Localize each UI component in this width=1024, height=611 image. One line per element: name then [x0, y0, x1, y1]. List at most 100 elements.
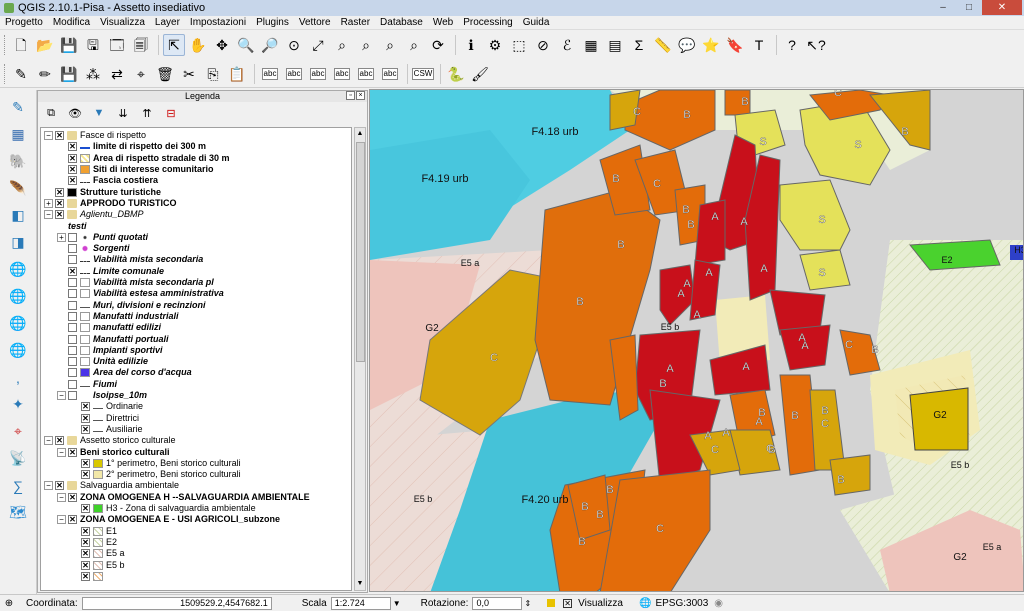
- scale-dropdown-icon[interactable]: ▼: [393, 599, 401, 608]
- layer-tree-row[interactable]: ✕ E5 a: [41, 548, 351, 559]
- remove-layer-icon[interactable]: ⊟: [162, 104, 180, 122]
- layer-visibility-checkbox[interactable]: ✕: [68, 447, 77, 457]
- layer-visibility-checkbox[interactable]: [68, 368, 77, 378]
- manage-visibility-icon[interactable]: 👁: [66, 104, 84, 122]
- label-pin-icon[interactable]: abc: [283, 63, 305, 85]
- layer-tree-row[interactable]: − ✕ ZONA OMOGENEA H --SALVAGUARDIA AMBIENT…: [41, 492, 351, 503]
- layer-visibility-checkbox[interactable]: [68, 244, 77, 254]
- scroll-down-icon[interactable]: ▼: [355, 578, 365, 590]
- zoom-out-icon[interactable]: 🔎: [259, 34, 281, 56]
- layer-tree-row[interactable]: ✕ limite di rispetto dei 300 m: [41, 141, 351, 152]
- layer-visibility-checkbox[interactable]: ✕: [55, 436, 64, 446]
- coordinate-toggle-icon[interactable]: ⊕: [0, 596, 18, 610]
- refresh-icon[interactable]: ⟳: [427, 34, 449, 56]
- layer-visibility-checkbox[interactable]: ✕: [68, 142, 77, 152]
- identify-icon[interactable]: ℹ: [460, 34, 482, 56]
- layer-tree-row[interactable]: ✕: [41, 571, 351, 582]
- move-feature-icon[interactable]: ⇄: [106, 63, 128, 85]
- filter-legend-icon[interactable]: ▼: [90, 104, 108, 122]
- new-bookmark-icon[interactable]: 🔖: [724, 34, 746, 56]
- add-feature-icon[interactable]: ⁂: [82, 63, 104, 85]
- layer-visibility-checkbox[interactable]: ✕: [68, 165, 77, 175]
- menu-web[interactable]: Web: [428, 16, 458, 30]
- layer-visibility-checkbox[interactable]: ✕: [81, 549, 90, 559]
- raster-calc-icon[interactable]: ∑: [6, 475, 30, 496]
- layer-tree-row[interactable]: ✕ Direttrici: [41, 413, 351, 424]
- expand-toggle-icon[interactable]: −: [57, 515, 66, 525]
- action-icon[interactable]: ⚙: [484, 34, 506, 56]
- layer-tree-row[interactable]: − ✕ Salvaguardia ambientale: [41, 480, 351, 491]
- rotation-spinner-icon[interactable]: ⇕: [524, 599, 531, 608]
- help-icon[interactable]: ?: [781, 34, 803, 56]
- node-tool-icon[interactable]: ⌖: [130, 63, 152, 85]
- layer-tree-row[interactable]: Viabilità mista secondaria: [41, 254, 351, 265]
- layer-visibility-checkbox[interactable]: ✕: [81, 571, 90, 581]
- add-mssql-icon[interactable]: ◧: [6, 205, 30, 226]
- pan-to-selection-icon[interactable]: ✥: [211, 34, 233, 56]
- menu-progetto[interactable]: Progetto: [0, 16, 48, 30]
- layer-tree-row[interactable]: ✕ Ordinarie: [41, 401, 351, 412]
- layer-visibility-checkbox[interactable]: ✕: [81, 537, 90, 547]
- epsg-label[interactable]: EPSG:3003: [655, 598, 708, 609]
- add-postgis-icon[interactable]: 🐘: [6, 151, 30, 172]
- toggle-editing-icon[interactable]: ✏: [34, 63, 56, 85]
- zoom-full-icon[interactable]: ⤢: [307, 34, 329, 56]
- zoom-next-icon[interactable]: ⌕: [403, 34, 425, 56]
- layer-tree-row[interactable]: ✕ Area di rispetto stradale di 30 m: [41, 153, 351, 164]
- add-group-icon[interactable]: ⧉: [42, 104, 60, 122]
- select-features-icon[interactable]: ⬚: [508, 34, 530, 56]
- minimize-button[interactable]: –: [930, 0, 956, 15]
- label-abc-icon[interactable]: abc: [259, 63, 281, 85]
- zoom-layer-icon[interactable]: ⌕: [355, 34, 377, 56]
- stats-table-icon[interactable]: ▤: [604, 34, 626, 56]
- georef-icon[interactable]: ⌖: [6, 421, 30, 442]
- scroll-up-icon[interactable]: ▲: [355, 128, 365, 140]
- layer-visibility-checkbox[interactable]: ✕: [68, 515, 77, 525]
- menu-guida[interactable]: Guida: [518, 16, 555, 30]
- expand-toggle-icon[interactable]: −: [57, 492, 66, 502]
- layer-visibility-checkbox[interactable]: ✕: [68, 266, 77, 276]
- label-rotate-icon[interactable]: abc: [355, 63, 377, 85]
- zoom-selection-icon[interactable]: ⌕: [331, 34, 353, 56]
- layer-tree-row[interactable]: ✕ Strutture turistiche: [41, 187, 351, 198]
- select-pan-icon[interactable]: ⇱: [163, 34, 185, 56]
- expand-toggle-icon[interactable]: −: [57, 391, 66, 401]
- menu-layer[interactable]: Layer: [150, 16, 185, 30]
- menu-processing[interactable]: Processing: [458, 16, 517, 30]
- layer-tree-row[interactable]: ✕ Fascia costiera: [41, 175, 351, 186]
- composer-manager-icon[interactable]: 🗐: [130, 34, 152, 56]
- add-delimited-text-icon[interactable]: ,: [6, 367, 30, 388]
- label-move-icon[interactable]: abc: [331, 63, 353, 85]
- expand-toggle-icon[interactable]: −: [44, 481, 53, 491]
- expand-toggle-icon[interactable]: −: [57, 447, 66, 457]
- layer-tree-row[interactable]: ✕ H3 - Zona di salvaguardia ambientale: [41, 503, 351, 514]
- layer-tree-row[interactable]: Viabilità mista secondaria pl: [41, 277, 351, 288]
- render-checkbox[interactable]: ✕: [563, 598, 573, 608]
- layer-tree-row[interactable]: Sorgenti: [41, 243, 351, 254]
- field-calc-icon[interactable]: ℰ: [556, 34, 578, 56]
- layer-tree-row[interactable]: testi: [41, 220, 351, 231]
- layer-tree-row[interactable]: ✕ Siti di interesse comunitario: [41, 164, 351, 175]
- add-spatialite-icon[interactable]: 🪶: [6, 178, 30, 199]
- layer-visibility-checkbox[interactable]: ✕: [55, 210, 64, 220]
- map-zoom-icon[interactable]: 🗺: [6, 502, 30, 523]
- layer-tree-row[interactable]: Unità edilizie: [41, 356, 351, 367]
- attribute-table-icon[interactable]: ▦: [580, 34, 602, 56]
- expand-toggle-icon[interactable]: +: [57, 232, 66, 242]
- legend-close-button[interactable]: ×: [356, 91, 365, 100]
- layer-tree-row[interactable]: − ✕ Aglientu_DBMP: [41, 209, 351, 220]
- annotation-icon[interactable]: 💬: [676, 34, 698, 56]
- scroll-thumb[interactable]: [356, 142, 365, 362]
- layer-tree-row[interactable]: ✕ E2: [41, 537, 351, 548]
- menu-vettore[interactable]: Vettore: [294, 16, 336, 30]
- layer-tree-row[interactable]: Viabilità estesa amministrativa: [41, 288, 351, 299]
- layer-tree-row[interactable]: Manufatti portuali: [41, 333, 351, 344]
- layer-tree-row[interactable]: ✕ E1: [41, 526, 351, 537]
- save-as-icon[interactable]: 🖫: [82, 34, 104, 56]
- python-console-icon[interactable]: 🐍: [445, 63, 467, 85]
- label-change-icon[interactable]: abc: [379, 63, 401, 85]
- toolbar-grip[interactable]: [4, 63, 7, 84]
- text-annotation-icon[interactable]: T: [748, 34, 770, 56]
- map-canvas[interactable]: F4.18 urb F4.19 urb F4.20 urb E5 a E5 b E5 b E…: [369, 89, 1024, 592]
- layer-tree-row[interactable]: − ✕ Beni storico culturali: [41, 446, 351, 457]
